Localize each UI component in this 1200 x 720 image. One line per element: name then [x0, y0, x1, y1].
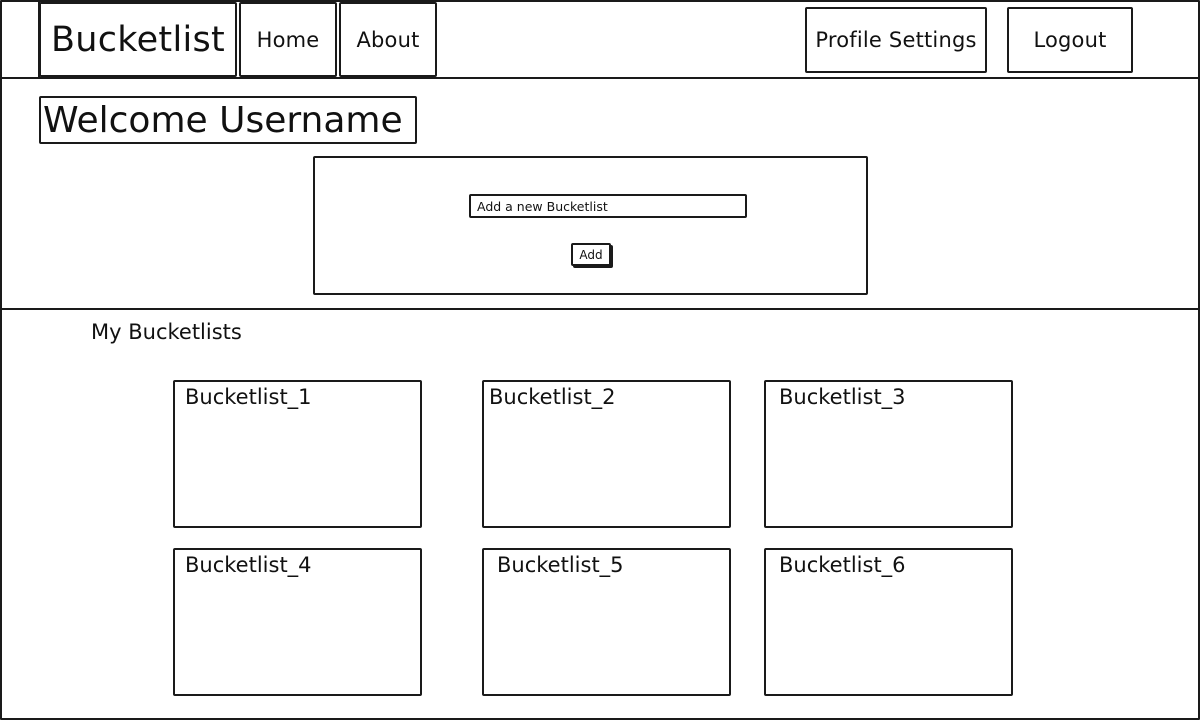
bucketlist-card[interactable]: Bucketlist_5 — [482, 548, 731, 696]
bucketlist-card[interactable]: Bucketlist_2 — [482, 380, 731, 528]
bucketlist-card-title: Bucketlist_2 — [489, 385, 616, 409]
page-title: Welcome Username — [39, 96, 417, 144]
logout-button[interactable]: Logout — [1007, 7, 1133, 73]
bucketlist-card-title: Bucketlist_6 — [779, 553, 906, 577]
bucketlist-card-title: Bucketlist_1 — [185, 385, 312, 409]
bucketlist-card-title: Bucketlist_3 — [779, 385, 906, 409]
bucketlist-card-title: Bucketlist_5 — [497, 553, 624, 577]
bucketlist-card-title: Bucketlist_4 — [185, 553, 312, 577]
profile-settings-button[interactable]: Profile Settings — [805, 7, 987, 73]
nav-home-link[interactable]: Home — [239, 2, 337, 77]
new-bucketlist-input[interactable]: Add a new Bucketlist — [469, 194, 747, 218]
bucketlist-card[interactable]: Bucketlist_4 — [173, 548, 422, 696]
nav-about-link[interactable]: About — [339, 2, 437, 77]
my-bucketlists-heading: My Bucketlists — [91, 320, 242, 344]
bucketlist-card[interactable]: Bucketlist_6 — [764, 548, 1013, 696]
navbar-bottom-border — [0, 77, 1200, 79]
add-bucketlist-panel: Add a new Bucketlist Add — [313, 156, 868, 295]
bucketlist-card[interactable]: Bucketlist_1 — [173, 380, 422, 528]
section-divider — [0, 308, 1200, 310]
brand-logo[interactable]: Bucketlist — [39, 2, 237, 77]
bucketlist-card[interactable]: Bucketlist_3 — [764, 380, 1013, 528]
add-button[interactable]: Add — [571, 243, 611, 266]
